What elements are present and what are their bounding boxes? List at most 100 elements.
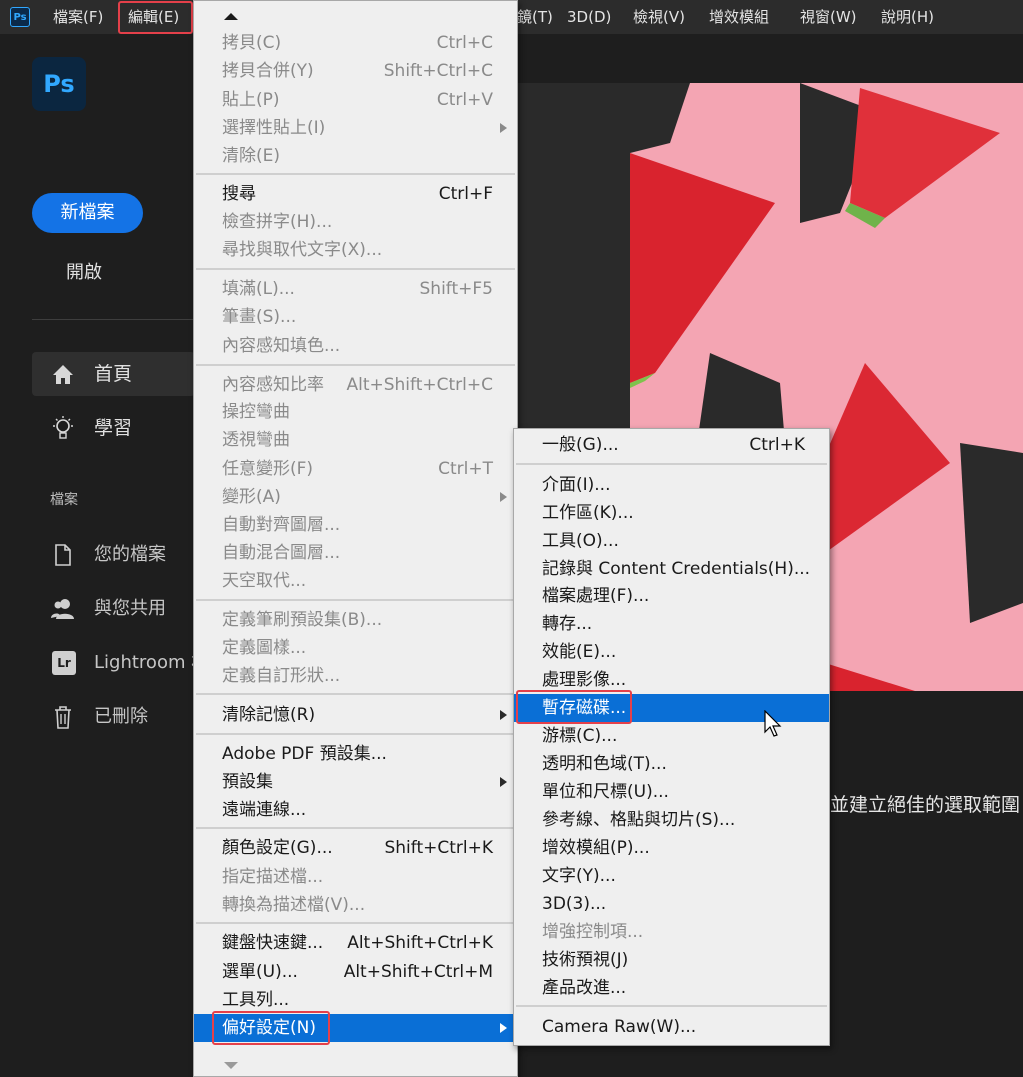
edit-menu-item-label: 選單(U)... (222, 962, 298, 982)
trash-icon (50, 702, 76, 740)
edit-menu-item[interactable]: 選單(U)... Alt+Shift+Ctrl+M (194, 958, 517, 986)
menu-3d[interactable]: 3D(D) (567, 0, 611, 34)
edit-menu-item-label: 操控彎曲 (222, 402, 290, 422)
photoshop-app-icon: Ps (10, 7, 30, 27)
menu-separator (196, 693, 515, 695)
edit-menu-item-shortcut: Ctrl+V (436, 90, 493, 110)
scroll-down-arrow[interactable] (224, 1062, 238, 1069)
edit-menu-item-label: 貼上(P) (222, 90, 280, 110)
preferences-menu-item[interactable]: 工具(O)... (514, 527, 829, 555)
edit-menu-item[interactable]: 清除記憶(R) (194, 701, 517, 729)
edit-menu-item-label: 定義圖樣... (222, 638, 307, 658)
edit-menu-item-label: 指定描述檔... (222, 867, 324, 887)
edit-menu-item: 填滿(L)... Shift+F5 (194, 275, 517, 303)
submenu-arrow-icon (500, 123, 507, 133)
preferences-menu-item-label: 產品改進... (542, 978, 627, 998)
preferences-menu-item-label: 增效模組(P)... (542, 838, 650, 858)
edit-menu-item[interactable]: 搜尋 Ctrl+F (194, 180, 517, 208)
edit-menu-item-label: 定義筆刷預設集(B)... (222, 610, 383, 630)
files-section-label: 檔案 (50, 492, 78, 508)
edit-menu-item-shortcut: Alt+Shift+Ctrl+C (346, 375, 493, 395)
document-icon (50, 540, 76, 578)
edit-menu-item-label: 定義自訂形狀... (222, 666, 341, 686)
edit-menu-item-label: 搜尋 (222, 184, 256, 204)
preferences-menu-item[interactable]: 技術預視(J) (514, 946, 829, 974)
scroll-up-arrow[interactable] (224, 13, 238, 20)
menu-separator (516, 1005, 827, 1007)
preferences-menu-item[interactable]: 文字(Y)... (514, 862, 829, 890)
preferences-menu-item[interactable]: 檔案處理(F)... (514, 582, 829, 610)
edit-menu-item[interactable]: 預設集 (194, 768, 517, 796)
preferences-menu-item[interactable]: 單位和尺標(U)... (514, 778, 829, 806)
edit-menu-item-shortcut: Shift+Ctrl+K (384, 838, 493, 858)
sidebar-item-learn[interactable]: 學習 (32, 406, 195, 450)
edit-menu-item-label: 自動對齊圖層... (222, 515, 341, 535)
preferences-menu-item[interactable]: 參考線、格點與切片(S)... (514, 806, 829, 834)
preferences-menu-item[interactable]: 增效模組(P)... (514, 834, 829, 862)
preferences-menu-item[interactable]: 一般(G)... Ctrl+K (514, 431, 829, 459)
preferences-menu-item-label: 介面(I)... (542, 475, 611, 495)
open-button[interactable]: 開啟 (66, 258, 102, 284)
preferences-menu-item-label: 工作區(K)... (542, 503, 634, 523)
menu-help[interactable]: 說明(H) (881, 0, 934, 34)
edit-menu-item: 定義圖樣... (194, 634, 517, 662)
photoshop-logo: Ps (32, 57, 86, 111)
lightbulb-icon (50, 406, 76, 466)
new-file-button[interactable]: 新檔案 (32, 193, 143, 233)
preferences-menu-item[interactable]: 記錄與 Content Credentials(H)... (514, 555, 829, 583)
menu-separator (196, 364, 515, 366)
edit-menu-item-label: 偏好設定(N) (222, 1018, 316, 1038)
edit-menu-item-label: 筆畫(S)... (222, 307, 297, 327)
preferences-menu-item-label: 單位和尺標(U)... (542, 782, 669, 802)
preferences-menu-item-label: 處理影像... (542, 670, 627, 690)
preferences-menu-item[interactable]: 產品改進... (514, 974, 829, 1002)
edit-menu-item[interactable]: 鍵盤快速鍵... Alt+Shift+Ctrl+K (194, 929, 517, 957)
lightroom-icon: Lr (52, 651, 76, 675)
edit-menu-item-shortcut: Ctrl+C (436, 33, 493, 53)
menu-plugins[interactable]: 增效模組 (709, 0, 769, 34)
edit-menu-item[interactable]: 遠端連線... (194, 796, 517, 824)
menu-filter[interactable]: 鏡(T) (517, 0, 553, 34)
edit-menu-item-label: 遠端連線... (222, 800, 307, 820)
menu-view[interactable]: 檢視(V) (633, 0, 685, 34)
edit-menu-item[interactable]: 工具列... (194, 986, 517, 1014)
edit-menu-item: 選擇性貼上(I) (194, 114, 517, 142)
menu-edit[interactable]: 編輯(E) (128, 0, 179, 34)
preferences-menu-item[interactable]: 3D(3)... (514, 890, 829, 918)
edit-menu-item-label: 天空取代... (222, 571, 307, 591)
preferences-menu-item[interactable]: 轉存... (514, 610, 829, 638)
preferences-menu-item[interactable]: 工作區(K)... (514, 499, 829, 527)
edit-menu-item-shortcut: Alt+Shift+Ctrl+M (343, 962, 493, 982)
preferences-menu-item[interactable]: 透明和色域(T)... (514, 750, 829, 778)
menu-window[interactable]: 視窗(W) (800, 0, 857, 34)
preferences-menu-item-shortcut: Ctrl+K (749, 435, 805, 455)
menu-separator (196, 733, 515, 735)
edit-menu-item[interactable]: Adobe PDF 預設集... (194, 740, 517, 768)
edit-menu-item-label: 內容感知比率 (222, 375, 324, 395)
preferences-menu-item-label: 文字(Y)... (542, 866, 616, 886)
sidebar-item-home[interactable]: 首頁 (32, 352, 195, 396)
edit-menu-item-label: 檢查拼字(H)... (222, 212, 333, 232)
edit-menu-item: 筆畫(S)... (194, 303, 517, 331)
preferences-menu-item-label: 暫存磁碟... (542, 698, 627, 718)
preferences-menu-item-label: 效能(E)... (542, 642, 617, 662)
edit-menu-item: 自動混合圖層... (194, 539, 517, 567)
submenu-arrow-icon (500, 492, 507, 502)
preferences-menu-item[interactable]: 介面(I)... (514, 471, 829, 499)
edit-menu-item[interactable]: 偏好設定(N) (194, 1014, 517, 1042)
edit-menu-item-label: 拷貝(C) (222, 33, 282, 53)
edit-menu-item: 內容感知比率 Alt+Shift+Ctrl+C (194, 371, 517, 399)
edit-menu-item: 定義自訂形狀... (194, 662, 517, 690)
edit-menu-item[interactable]: 顏色設定(G)... Shift+Ctrl+K (194, 834, 517, 862)
preferences-menu-item-label: 轉存... (542, 614, 593, 634)
preferences-menu-item[interactable]: 處理影像... (514, 666, 829, 694)
edit-menu-item-label: 自動混合圖層... (222, 543, 341, 563)
sidebar-item-label: 已刪除 (94, 706, 148, 727)
edit-menu-item-label: 顏色設定(G)... (222, 838, 333, 858)
preferences-menu-item[interactable]: 效能(E)... (514, 638, 829, 666)
edit-menu-item-label: 清除記憶(R) (222, 705, 316, 725)
preferences-menu-item[interactable]: Camera Raw(W)... (514, 1013, 829, 1041)
menu-file[interactable]: 檔案(F) (53, 0, 103, 34)
preferences-menu-item-label: 記錄與 Content Credentials(H)... (542, 559, 811, 579)
home-icon (50, 352, 76, 412)
